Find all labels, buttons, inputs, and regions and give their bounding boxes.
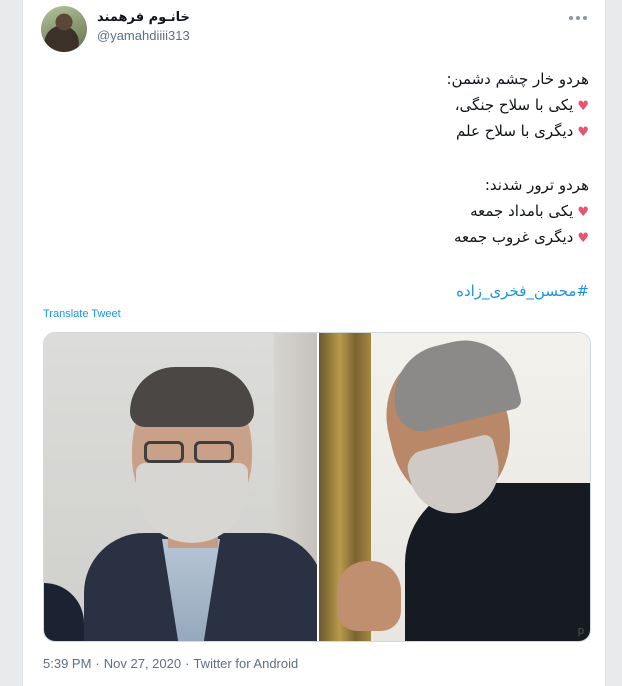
translate-tweet-link[interactable]: Translate Tweet xyxy=(43,308,121,320)
display-name[interactable]: خانـوم فرهمند xyxy=(97,10,190,25)
line-spacer xyxy=(289,250,589,278)
heart-icon: ♥ xyxy=(577,125,589,140)
photo-right[interactable]: p xyxy=(317,333,590,641)
tweet-card: خانـوم فرهمند @yamahdiiii313 هردو خار چش… xyxy=(22,0,606,686)
avatar[interactable] xyxy=(41,6,87,52)
heart-icon: ♥ xyxy=(577,231,589,246)
user-handle[interactable]: @yamahdiiii313 xyxy=(97,28,190,43)
tweet-source[interactable]: Twitter for Android xyxy=(193,656,298,671)
image-watermark: p xyxy=(577,625,584,637)
tweet-line: هردو خار چشم دشمن: xyxy=(446,70,589,88)
more-options-icon[interactable] xyxy=(567,12,589,24)
tweet-date[interactable]: Nov 27, 2020 xyxy=(104,656,181,671)
tweet-line: هردو ترور شدند: xyxy=(484,176,589,194)
line-spacer xyxy=(289,144,589,172)
tweet-metadata: 5:39 PM · Nov 27, 2020 · Twitter for And… xyxy=(43,656,298,671)
separator: · xyxy=(95,656,100,671)
tweet-line: ♥یکی با سلاح جنگی، xyxy=(454,96,589,114)
photo-left[interactable] xyxy=(44,333,317,641)
media-grid[interactable]: p xyxy=(43,332,591,642)
tweet-time[interactable]: 5:39 PM xyxy=(43,656,91,671)
heart-icon: ♥ xyxy=(577,205,589,220)
tweet-line: ♥دیگری غروب جمعه xyxy=(453,228,589,246)
tweet-line: ♥یکی بامداد جمعه xyxy=(470,202,589,220)
separator: · xyxy=(185,656,190,671)
tweet-text: هردو خار چشم دشمن: ♥یکی با سلاح جنگی، ♥د… xyxy=(289,66,589,304)
heart-icon: ♥ xyxy=(577,99,589,114)
hashtag-link[interactable]: #محسن_فخری_زاده xyxy=(289,278,589,304)
tweet-line: ♥دیگری با سلاح علم xyxy=(456,122,589,140)
